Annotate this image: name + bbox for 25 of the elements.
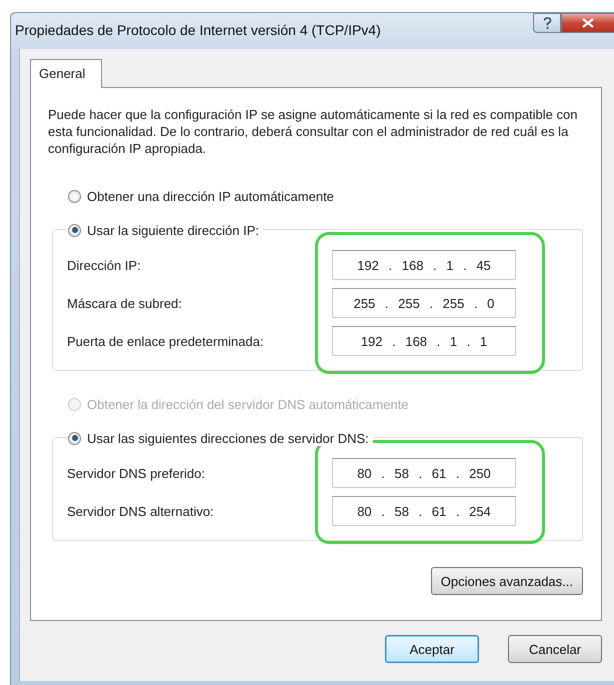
- field-label: Servidor DNS alternativo:: [67, 504, 215, 518]
- radio-option[interactable]: Usar las siguientes direcciones de servidor DNS:: [68, 430, 373, 446]
- help-icon: [542, 16, 552, 30]
- ip-address-field[interactable]: 80 . 58 . 61 . 250: [332, 458, 516, 488]
- help-button[interactable]: [533, 13, 561, 33]
- ip-address-field[interactable]: 192 . 168 . 1 . 1: [332, 326, 516, 356]
- ip-address-field[interactable]: 80 . 58 . 61 . 254: [332, 496, 516, 526]
- ip-address-field[interactable]: 255 . 255 . 255 . 0: [332, 288, 516, 318]
- radio-option[interactable]: Usar la siguiente dirección IP:: [68, 222, 263, 238]
- close-icon: [582, 18, 594, 28]
- field-label: Servidor DNS preferido:: [67, 466, 206, 480]
- field-label: Máscara de subred:: [67, 296, 183, 310]
- tab[interactable]: General: [30, 59, 102, 88]
- advanced-options-button[interactable]: Opciones avanzadas...: [430, 567, 583, 595]
- accept-button[interactable]: Aceptar: [385, 635, 479, 663]
- close-button[interactable]: [561, 13, 614, 33]
- radio-button[interactable]: [68, 190, 81, 203]
- ip-address-field[interactable]: 192 . 168 . 1 . 45: [332, 250, 516, 280]
- cancel-button[interactable]: Cancelar: [508, 635, 602, 663]
- description-text: Puede hacer que la configuración IP se asigne automáticamente si la red es compatible con esta funcionalidad. De lo contrario, deberá consultar con el administrador de red cuál es la configuración IP apropiada.: [48, 106, 578, 157]
- window-title: Propiedades de Protocolo de Internet versión 4 (TCP/IPv4): [15, 22, 382, 38]
- radio-button[interactable]: [68, 432, 81, 444]
- field-label: Puerta de enlace predeterminada:: [67, 334, 265, 348]
- radio-button[interactable]: [68, 224, 81, 236]
- field-label: Dirección IP:: [67, 258, 142, 272]
